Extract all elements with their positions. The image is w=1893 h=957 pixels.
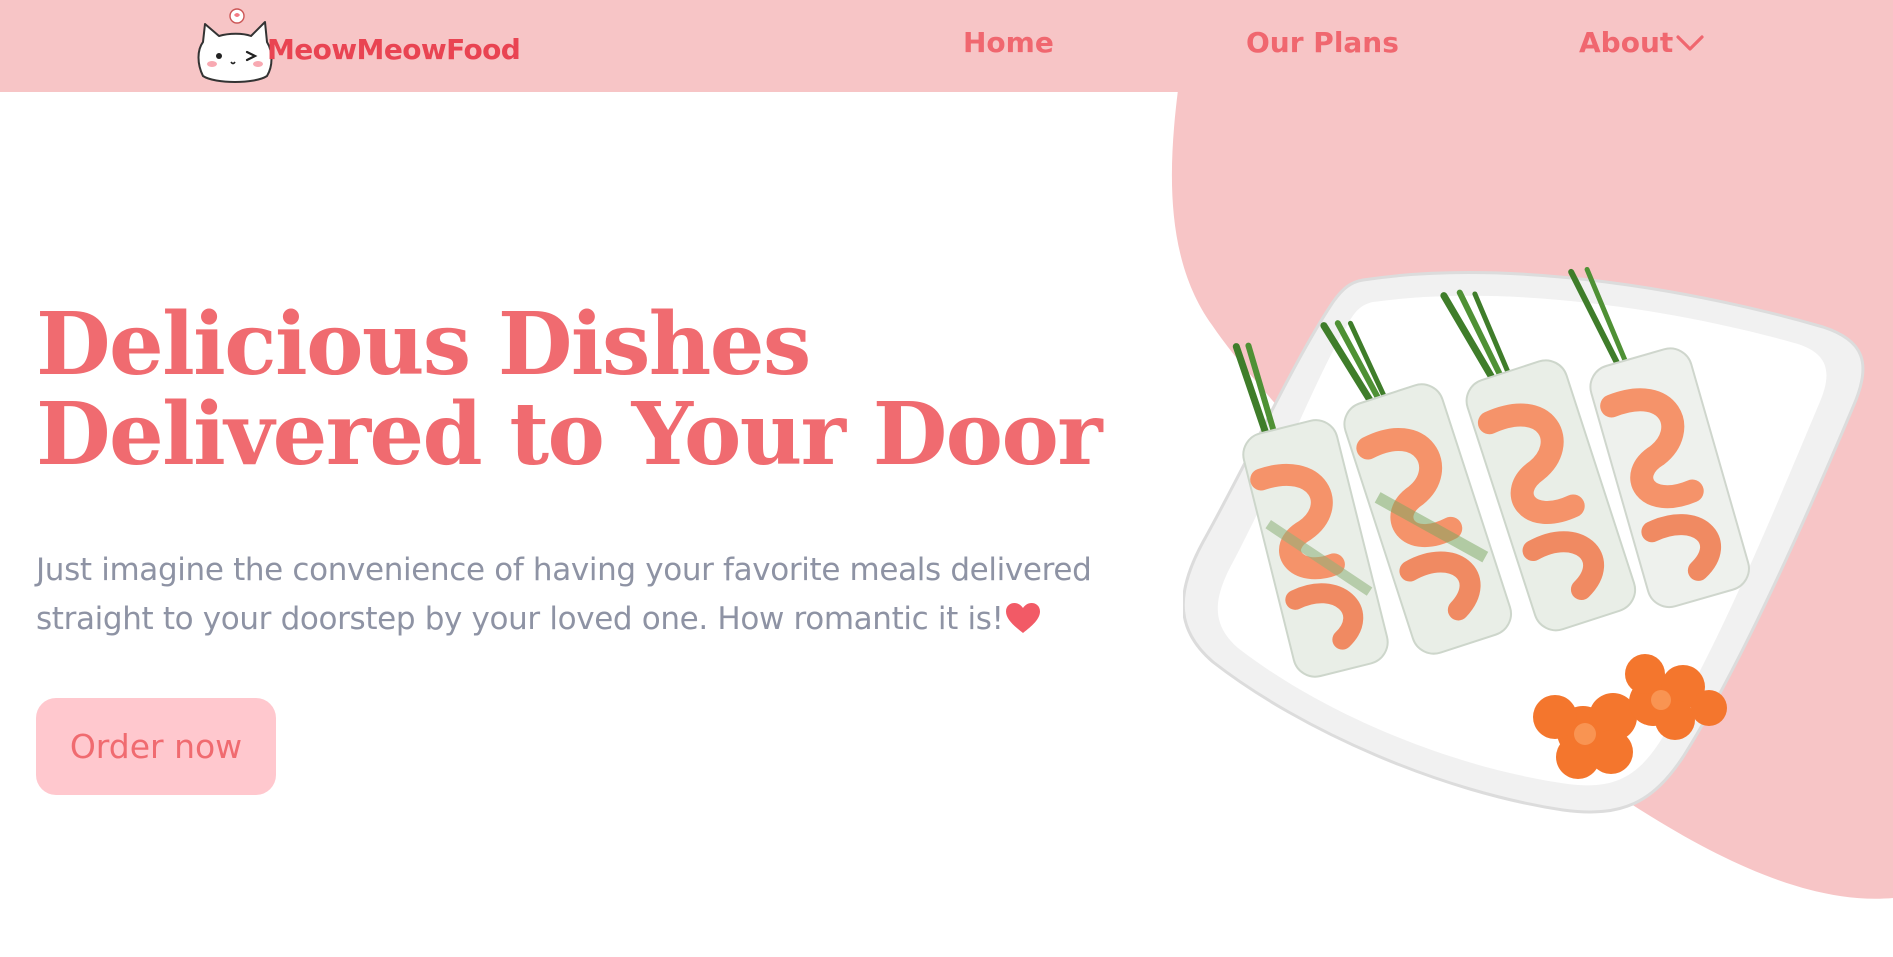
hero-title: Delicious Dishes Delivered to Your Door [36,294,1103,485]
top-navbar: MeowMeowFood Home Our Plans About [0,0,1893,92]
cat-face-logo-icon [197,8,273,83]
nav-about-label: About [1579,26,1674,59]
hero-title-line-2: Delivered to Your Door [36,384,1103,485]
order-now-button[interactable]: Order now [36,698,276,795]
chevron-down-icon [1676,34,1704,51]
nav-home-link[interactable]: Home [963,26,1054,59]
brand-name: MeowMeowFood [267,32,521,66]
hero-description-line-1: Just imagine the convenience of having y… [36,552,1092,588]
page: MeowMeowFood Home Our Plans About Delici… [0,0,1893,957]
hero-description-line-2: straight to your doorstep by your loved … [36,595,1156,644]
hero-description: Just imagine the convenience of having y… [36,546,1156,644]
nav-our-plans-link[interactable]: Our Plans [1246,26,1399,59]
spring-rolls-dish-image [1183,266,1865,814]
nav-about-dropdown[interactable]: About [1579,26,1705,59]
heart-icon [1005,603,1040,633]
brand-link[interactable]: MeowMeowFood [195,6,521,86]
hero-title-line-1: Delicious Dishes [36,294,811,395]
